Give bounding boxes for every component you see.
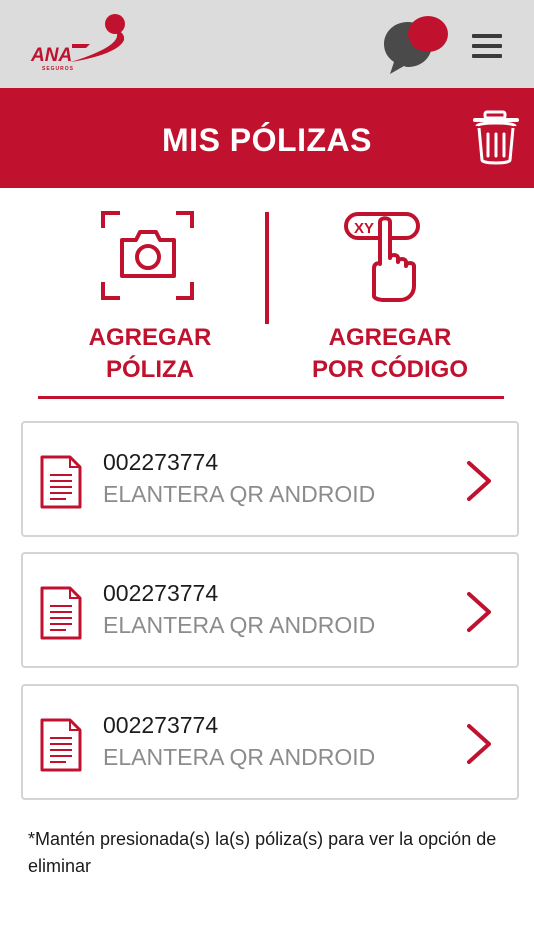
document-icon [40,586,82,640]
policy-card[interactable]: 002273774 ELANTERA QR ANDROID [21,552,519,668]
chat-bubbles-icon[interactable] [380,12,452,76]
policy-name: ELANTERA QR ANDROID [103,481,376,507]
hamburger-menu-icon[interactable] [470,30,504,62]
tap-code-icon: XY [344,212,420,302]
actions-divider [265,212,269,324]
policy-number: 002273774 [103,580,219,606]
menu-line [472,34,502,38]
document-icon [40,718,82,772]
add-by-code-label-line2: POR CÓDIGO [311,356,468,383]
add-policy-label: AGREGAR PÓLIZA [40,322,260,386]
policy-name: ELANTERA QR ANDROID [103,744,376,770]
add-policy-button[interactable]: AGREGAR PÓLIZA [40,188,260,388]
policy-card[interactable]: 002273774 ELANTERA QR ANDROID [21,684,519,800]
add-by-code-button[interactable]: XY AGREGAR POR CÓDIGO [280,188,500,388]
actions-bottom-divider [38,396,504,399]
policy-number: 002273774 [103,449,219,475]
add-by-code-label-line1: AGREGAR [328,324,452,351]
add-policy-label-line2: PÓLIZA [106,356,194,383]
camera-scan-icon [101,211,194,300]
chevron-right-icon [467,461,491,501]
chevron-right-icon [467,724,491,764]
top-bar: ANA SEGUROS [0,0,534,88]
code-text: XY [354,220,374,237]
title-bar: MIS PÓLIZAS [0,88,534,188]
ana-seguros-logo[interactable]: ANA SEGUROS [28,14,130,74]
page-title: MIS PÓLIZAS [162,122,372,158]
chevron-right-icon [467,592,491,632]
document-icon [40,455,82,509]
add-policy-label-line1: AGREGAR [88,324,212,351]
add-by-code-label: AGREGAR POR CÓDIGO [280,322,500,386]
policy-number: 002273774 [103,712,219,738]
trash-icon[interactable] [471,110,521,168]
menu-line [472,44,502,48]
policy-name: ELANTERA QR ANDROID [103,612,376,638]
policy-card[interactable]: 002273774 ELANTERA QR ANDROID [21,421,519,537]
delete-hint-footnote: *Mantén presionada(s) la(s) póliza(s) pa… [28,829,497,876]
logo-text: ANA [31,45,73,66]
add-policy-actions: AGREGAR PÓLIZA XY AGREGAR POR CÓDIGO [0,188,534,400]
menu-line [472,54,502,58]
logo-subtext: SEGUROS [42,66,75,72]
